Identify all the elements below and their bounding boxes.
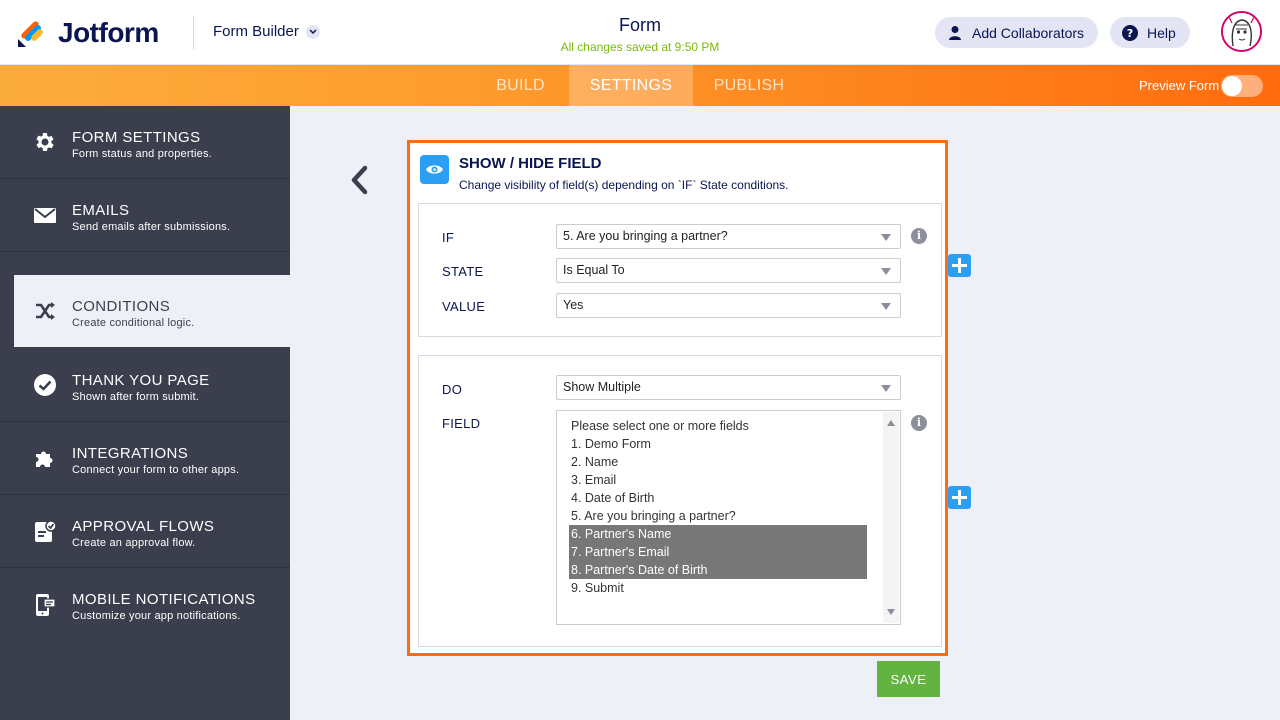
sidebar-item-subtitle: Create an approval flow. [72, 537, 196, 549]
dropdown-arrow-icon [881, 303, 891, 310]
settings-navbar: BUILD SETTINGS PUBLISH Preview Form [0, 65, 1280, 106]
sidebar-item-title: APPROVAL FLOWS [72, 518, 215, 535]
dropdown-arrow-icon [881, 268, 891, 275]
listbox-scrollbar[interactable] [883, 412, 899, 623]
field-option[interactable]: 9. Submit [569, 579, 867, 597]
sidebar-item-approval-flows[interactable]: APPROVAL FLOWS Create an approval flow. [0, 495, 290, 568]
sidebar-item-thank-you-page[interactable]: THANK YOU PAGE Shown after form submit. [0, 349, 290, 422]
mobile-icon [36, 594, 56, 616]
field-option[interactable]: 2. Name [569, 453, 867, 471]
do-label: DO [442, 382, 463, 397]
save-button[interactable]: SAVE [877, 661, 940, 697]
preview-form-toggle[interactable] [1221, 75, 1263, 97]
value-select[interactable]: Yes [556, 293, 901, 318]
field-option-selected[interactable]: 6. Partner's Name [569, 525, 867, 543]
sidebar-item-subtitle: Shown after form submit. [72, 391, 200, 403]
if-section: IF 5. Are you bringing a partner? i STAT… [418, 203, 942, 337]
add-collaborators-label: Add Collaborators [972, 24, 1085, 41]
field-option[interactable]: 5. Are you bringing a partner? [569, 507, 867, 525]
gear-icon [36, 133, 54, 151]
info-icon[interactable]: i [911, 228, 927, 244]
sidebar-item-integrations[interactable]: INTEGRATIONS Connect your form to other … [0, 422, 290, 495]
settings-sidebar: FORM SETTINGS Form status and properties… [0, 106, 290, 720]
condition-title: SHOW / HIDE FIELD [459, 155, 602, 172]
sidebar-item-title: FORM SETTINGS [72, 129, 201, 146]
field-option[interactable]: 4. Date of Birth [569, 489, 867, 507]
preview-form-label: Preview Form [1139, 78, 1220, 93]
if-field-select[interactable]: 5. Are you bringing a partner? [556, 224, 901, 249]
tab-publish[interactable]: PUBLISH [693, 65, 805, 106]
if-label: IF [442, 230, 455, 245]
sidebar-item-subtitle: Form status and properties. [72, 148, 212, 160]
value-value: Yes [563, 298, 584, 312]
sidebar-item-subtitle: Connect your form to other apps. [72, 464, 240, 476]
field-option[interactable]: Please select one or more fields [569, 417, 867, 435]
value-label: VALUE [442, 299, 486, 314]
sidebar-item-conditions[interactable]: CONDITIONS Create conditional logic. [14, 275, 290, 347]
state-value: Is Equal To [563, 263, 625, 277]
avatar[interactable] [1221, 11, 1262, 52]
top-header: Jotform Form Builder Form All changes sa… [0, 0, 1280, 65]
field-option[interactable]: 3. Email [569, 471, 867, 489]
back-arrow-icon[interactable] [346, 164, 374, 196]
help-label: Help [1147, 24, 1176, 41]
add-action-button[interactable] [948, 486, 971, 509]
sidebar-item-form-settings[interactable]: FORM SETTINGS Form status and properties… [0, 106, 290, 179]
do-action-select[interactable]: Show Multiple [556, 375, 901, 400]
tab-settings[interactable]: SETTINGS [569, 65, 693, 106]
question-icon: ? [1122, 24, 1138, 41]
dropdown-arrow-icon [881, 234, 891, 241]
do-section: DO Show Multiple FIELD Please select one… [418, 355, 942, 647]
dropdown-arrow-icon [881, 385, 891, 392]
avatar-image [1223, 13, 1260, 50]
envelope-icon [34, 208, 56, 223]
approval-icon [35, 520, 57, 542]
shuffle-icon [36, 302, 55, 320]
field-option-selected[interactable]: 8. Partner's Date of Birth [569, 561, 867, 579]
add-collaborators-button[interactable]: Add Collaborators [935, 17, 1099, 48]
sidebar-item-title: INTEGRATIONS [72, 445, 189, 462]
if-field-value: 5. Are you bringing a partner? [563, 229, 728, 243]
state-select[interactable]: Is Equal To [556, 258, 901, 283]
eye-icon [420, 155, 449, 184]
condition-subtitle: Change visibility of field(s) depending … [459, 178, 789, 192]
scroll-up-icon[interactable] [887, 420, 895, 426]
user-icon [949, 25, 961, 40]
sidebar-item-subtitle: Create conditional logic. [72, 317, 195, 329]
puzzle-icon [36, 451, 53, 467]
field-option[interactable]: 1. Demo Form [569, 435, 867, 453]
add-condition-rule-button[interactable] [948, 254, 971, 277]
scroll-down-icon[interactable] [887, 609, 895, 615]
info-icon[interactable]: i [911, 415, 927, 431]
svg-text:?: ? [1127, 27, 1133, 40]
do-action-value: Show Multiple [563, 380, 641, 394]
state-label: STATE [442, 264, 484, 279]
toggle-knob [1222, 76, 1242, 96]
sidebar-item-title: THANK YOU PAGE [72, 372, 210, 389]
sidebar-item-title: MOBILE NOTIFICATIONS [72, 591, 256, 608]
tab-build[interactable]: BUILD [472, 65, 569, 106]
sidebar-item-subtitle: Send emails after submissions. [72, 221, 231, 233]
sidebar-item-title: EMAILS [72, 202, 130, 219]
check-circle-icon [34, 374, 56, 396]
sidebar-item-emails[interactable]: EMAILS Send emails after submissions. [0, 179, 290, 252]
field-multiselect[interactable]: Please select one or more fields 1. Demo… [556, 410, 901, 625]
sidebar-item-title: CONDITIONS [72, 298, 171, 315]
sidebar-item-mobile-notifications[interactable]: MOBILE NOTIFICATIONS Customize your app … [0, 568, 290, 641]
help-button[interactable]: ? Help [1110, 17, 1190, 48]
field-label: FIELD [442, 416, 481, 431]
field-option-selected[interactable]: 7. Partner's Email [569, 543, 867, 561]
condition-panel: SHOW / HIDE FIELD Change visibility of f… [407, 140, 948, 656]
sidebar-item-subtitle: Customize your app notifications. [72, 610, 241, 622]
